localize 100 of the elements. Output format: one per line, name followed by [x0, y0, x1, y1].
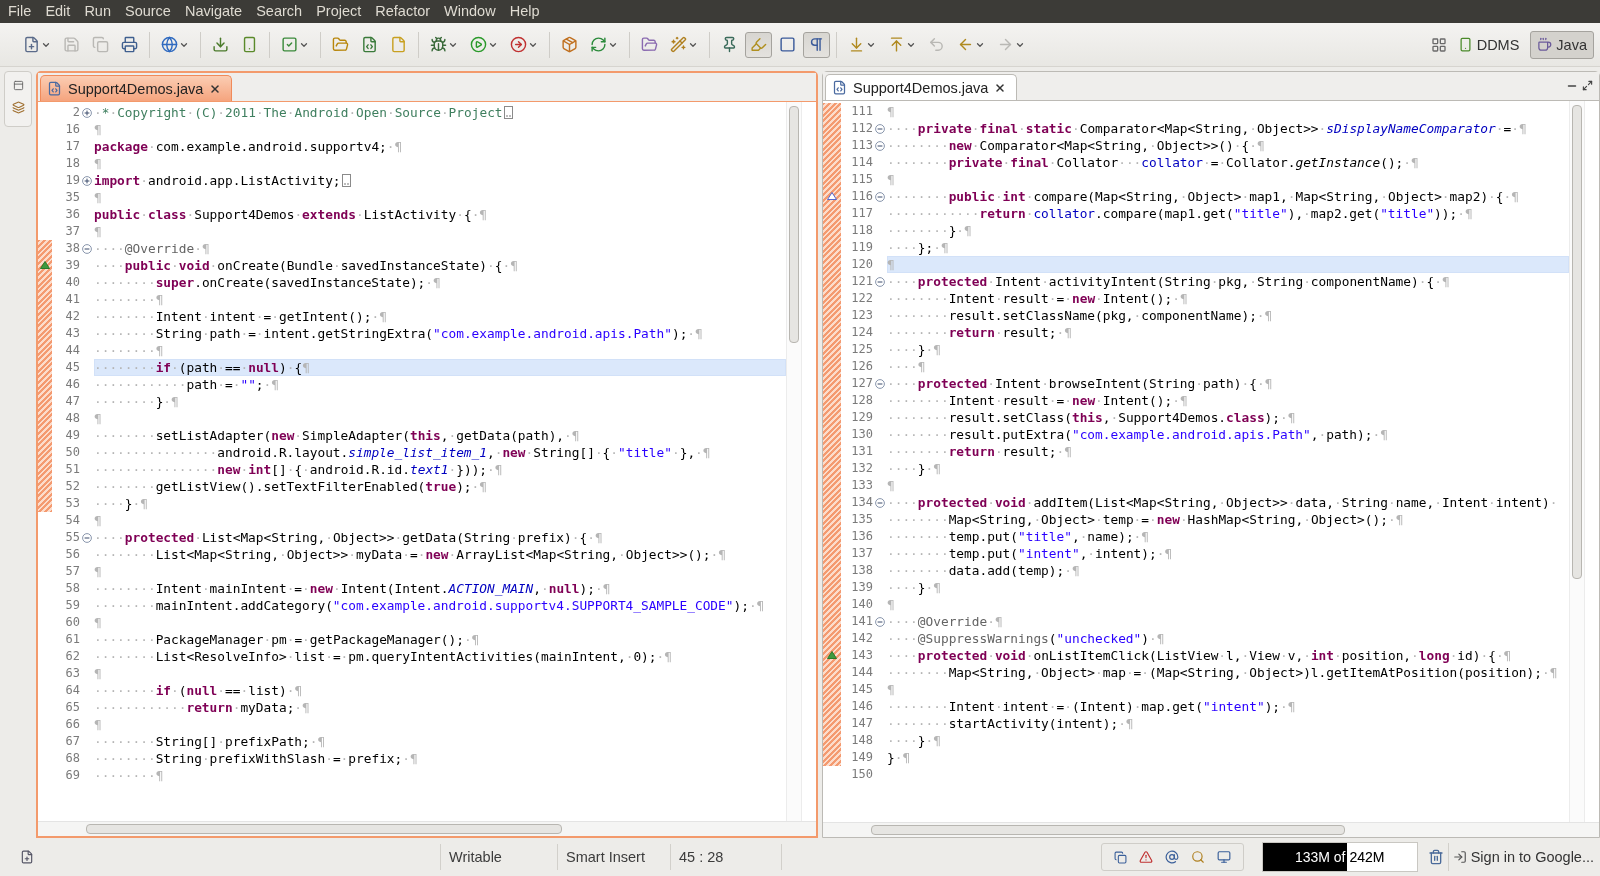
collapse-icon[interactable]	[81, 243, 92, 254]
horizontal-scrollbar[interactable]	[38, 821, 816, 836]
collapse-icon[interactable]	[874, 497, 885, 508]
triangle-marker-icon	[827, 192, 837, 200]
file-icon	[832, 80, 847, 95]
file-code-icon	[361, 36, 378, 53]
menu-item[interactable]: Search	[249, 0, 310, 23]
line-number: 142	[850, 630, 873, 647]
menu-item[interactable]: Navigate	[177, 0, 250, 23]
line-number: 38	[64, 240, 80, 257]
menu-item[interactable]: Source	[118, 0, 178, 23]
sign-in-button[interactable]: Sign in to Google...	[1447, 843, 1600, 871]
menu-item[interactable]: Project	[309, 0, 369, 23]
editor-tab[interactable]: Support4Demos.java	[825, 74, 1018, 100]
line-number: 46	[64, 376, 80, 393]
line-number: 62	[64, 648, 80, 665]
download-icon	[212, 36, 229, 53]
line-number: 115	[850, 171, 873, 188]
copy-icon[interactable]	[1113, 850, 1127, 864]
wand-icon	[670, 36, 687, 53]
menu-item[interactable]: Help	[502, 0, 547, 23]
toggle-button[interactable]	[745, 31, 772, 58]
line-number: 138	[850, 562, 873, 579]
folded-code-icon[interactable]	[341, 174, 351, 187]
line-number: 56	[64, 546, 80, 563]
collapse-icon[interactable]	[874, 378, 885, 389]
phone-icon	[241, 36, 258, 53]
arrow-left-icon	[957, 36, 974, 53]
collapse-icon[interactable]	[874, 140, 885, 151]
perspective-button[interactable]: Java	[1530, 30, 1594, 59]
login-icon	[1452, 850, 1467, 864]
highlighter-icon	[750, 36, 767, 53]
toggle-button[interactable]	[803, 31, 830, 58]
vertical-scrollbar[interactable]	[1569, 101, 1584, 822]
line-number: 54	[64, 512, 80, 529]
expand-icon[interactable]	[81, 175, 92, 186]
undo-icon	[928, 36, 945, 53]
vertical-scrollbar[interactable]	[786, 102, 801, 821]
file-icon	[47, 81, 62, 96]
close-icon[interactable]	[209, 82, 222, 95]
horizontal-scrollbar[interactable]	[823, 822, 1599, 837]
collapse-icon[interactable]	[81, 532, 92, 543]
menu-item[interactable]: Run	[77, 0, 118, 23]
triangle-marker-icon	[40, 261, 50, 269]
close-icon[interactable]	[994, 81, 1007, 94]
maximize-icon[interactable]	[1582, 80, 1593, 91]
coffee-icon	[1537, 37, 1553, 52]
copy-icon	[92, 36, 109, 53]
line-number: 140	[850, 596, 873, 613]
line-number: 16	[64, 121, 80, 138]
trash-icon[interactable]	[1427, 849, 1444, 865]
collapse-icon[interactable]	[874, 276, 885, 287]
folder-icon	[332, 36, 349, 53]
line-number: 60	[64, 614, 80, 631]
collapse-icon[interactable]	[874, 191, 885, 202]
heap-bar[interactable]: 133M of 242M	[1261, 842, 1418, 872]
line-number: 132	[850, 460, 873, 477]
line-number: 121	[850, 273, 873, 290]
open-perspective-icon[interactable]	[1430, 36, 1447, 53]
line-number: 59	[64, 597, 80, 614]
line-number: 64	[64, 682, 80, 699]
arrow-down-icon	[848, 36, 865, 53]
collapse-icon[interactable]	[874, 123, 885, 134]
file-plus-icon[interactable]	[20, 850, 34, 864]
line-number: 63	[64, 665, 80, 682]
line-number: 45	[64, 359, 80, 376]
bug-icon	[430, 36, 447, 53]
line-number: 146	[850, 698, 873, 715]
restore-icon[interactable]	[12, 80, 24, 91]
line-number: 149	[850, 749, 873, 766]
line-number: 120	[850, 256, 873, 273]
menu-item[interactable]: File	[1, 0, 39, 23]
collapse-icon[interactable]	[874, 616, 885, 627]
at-sign-icon[interactable]	[1164, 850, 1179, 864]
line-number: 119	[850, 239, 873, 256]
line-number: 130	[850, 426, 873, 443]
warning-icon[interactable]	[1138, 850, 1153, 864]
line-number: 50	[64, 444, 80, 461]
arrow-up-icon	[888, 36, 905, 53]
line-number: 141	[850, 613, 873, 630]
search-icon[interactable]	[1190, 850, 1205, 864]
line-number: 123	[850, 307, 873, 324]
line-number: 19	[64, 172, 80, 189]
monitor-icon[interactable]	[1216, 850, 1231, 864]
expand-icon[interactable]	[81, 107, 92, 118]
line-number: 51	[64, 461, 80, 478]
line-number: 17	[64, 138, 80, 155]
editor-tab[interactable]: Support4Demos.java	[40, 75, 233, 101]
line-number: 112	[850, 120, 873, 137]
layers-icon[interactable]	[11, 101, 25, 114]
menu-item[interactable]: Refactor	[368, 0, 438, 23]
line-number: 127	[850, 375, 873, 392]
perspective-button[interactable]: DDMS	[1450, 30, 1527, 59]
line-number: 147	[850, 715, 873, 732]
package-icon	[561, 36, 578, 53]
folded-code-icon[interactable]	[503, 106, 513, 119]
menu-item[interactable]: Window	[437, 0, 503, 23]
line-number: 57	[64, 563, 80, 580]
line-number: 39	[64, 257, 80, 274]
menu-item[interactable]: Edit	[38, 0, 78, 23]
